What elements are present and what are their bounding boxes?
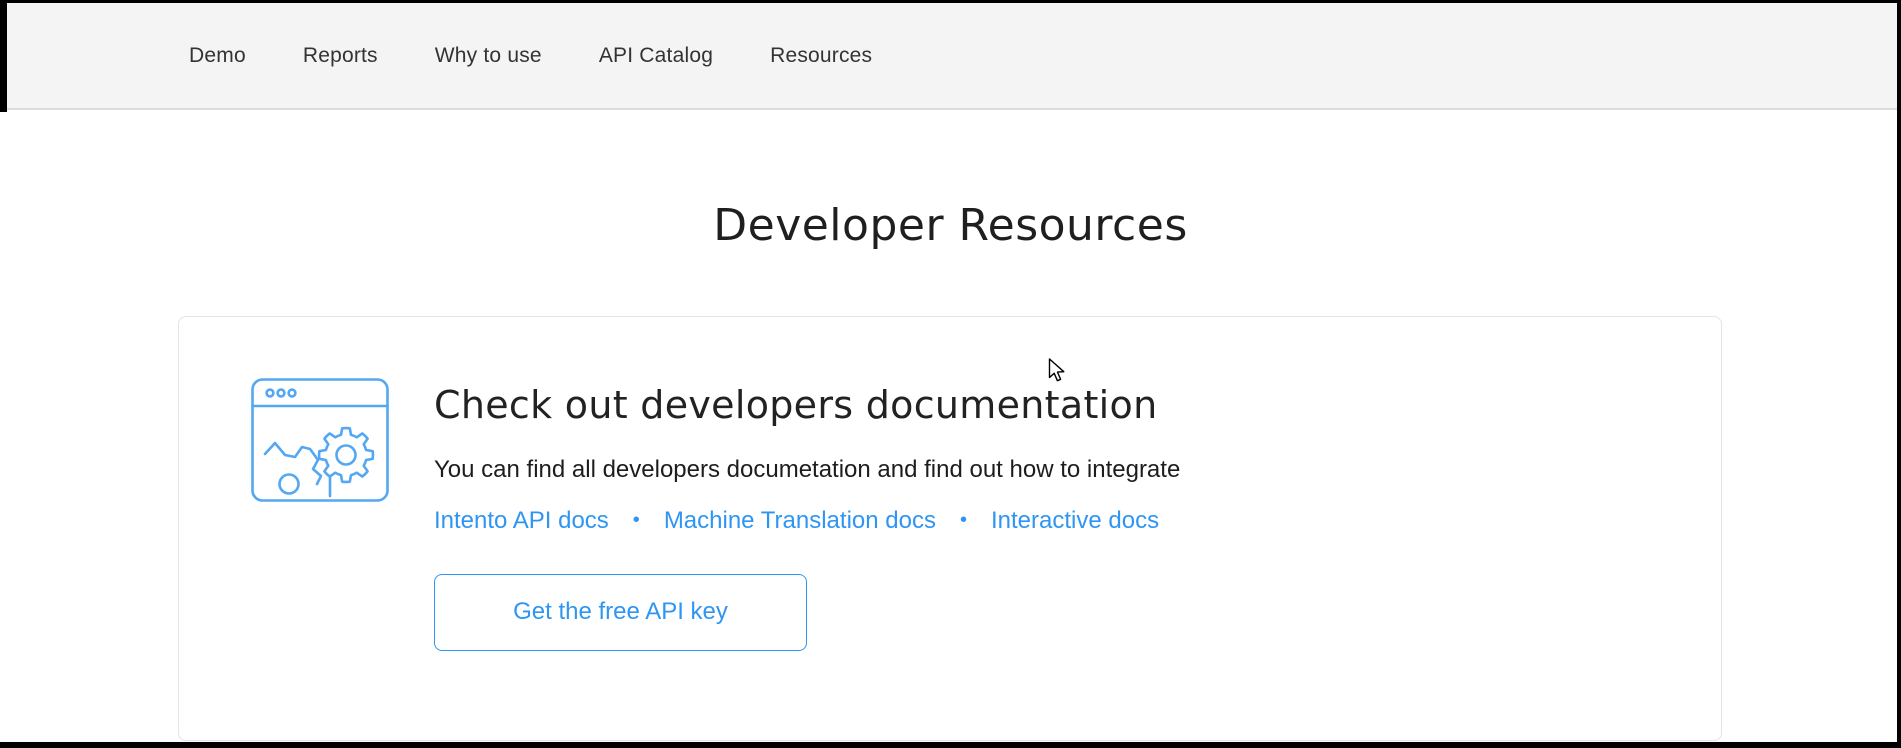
- browser-window-gear-icon: [251, 378, 389, 502]
- nav-item-reports[interactable]: Reports: [303, 44, 378, 68]
- nav-item-demo[interactable]: Demo: [189, 44, 246, 68]
- bullet-separator-icon: •: [960, 509, 967, 532]
- nav-item-api-catalog[interactable]: API Catalog: [599, 44, 713, 68]
- doc-links-row: Intento API docs • Machine Translation d…: [434, 507, 1180, 535]
- page-title: Developer Resources: [0, 200, 1901, 251]
- documentation-card: Check out developers documentation You c…: [178, 316, 1722, 741]
- top-navbar: Demo Reports Why to use API Catalog Reso…: [0, 3, 1901, 110]
- link-intento-api-docs[interactable]: Intento API docs: [434, 507, 609, 535]
- card-body: Check out developers documentation You c…: [434, 378, 1180, 740]
- card-heading: Check out developers documentation: [434, 383, 1180, 429]
- nav-item-why-to-use[interactable]: Why to use: [435, 44, 542, 68]
- link-machine-translation-docs[interactable]: Machine Translation docs: [664, 507, 936, 535]
- card-subtitle: You can find all developers documetation…: [434, 454, 1180, 485]
- link-interactive-docs[interactable]: Interactive docs: [991, 507, 1159, 535]
- get-free-api-key-button[interactable]: Get the free API key: [434, 574, 807, 651]
- nav-item-resources[interactable]: Resources: [770, 44, 872, 68]
- screenshot-frame-bottom: [0, 742, 1901, 748]
- screenshot-frame-top: [0, 0, 1901, 3]
- bullet-separator-icon: •: [633, 509, 640, 532]
- main-content: Developer Resources Check out developers…: [0, 112, 1901, 748]
- screenshot-frame-right: [1897, 0, 1901, 748]
- screenshot-frame-left: [0, 0, 7, 112]
